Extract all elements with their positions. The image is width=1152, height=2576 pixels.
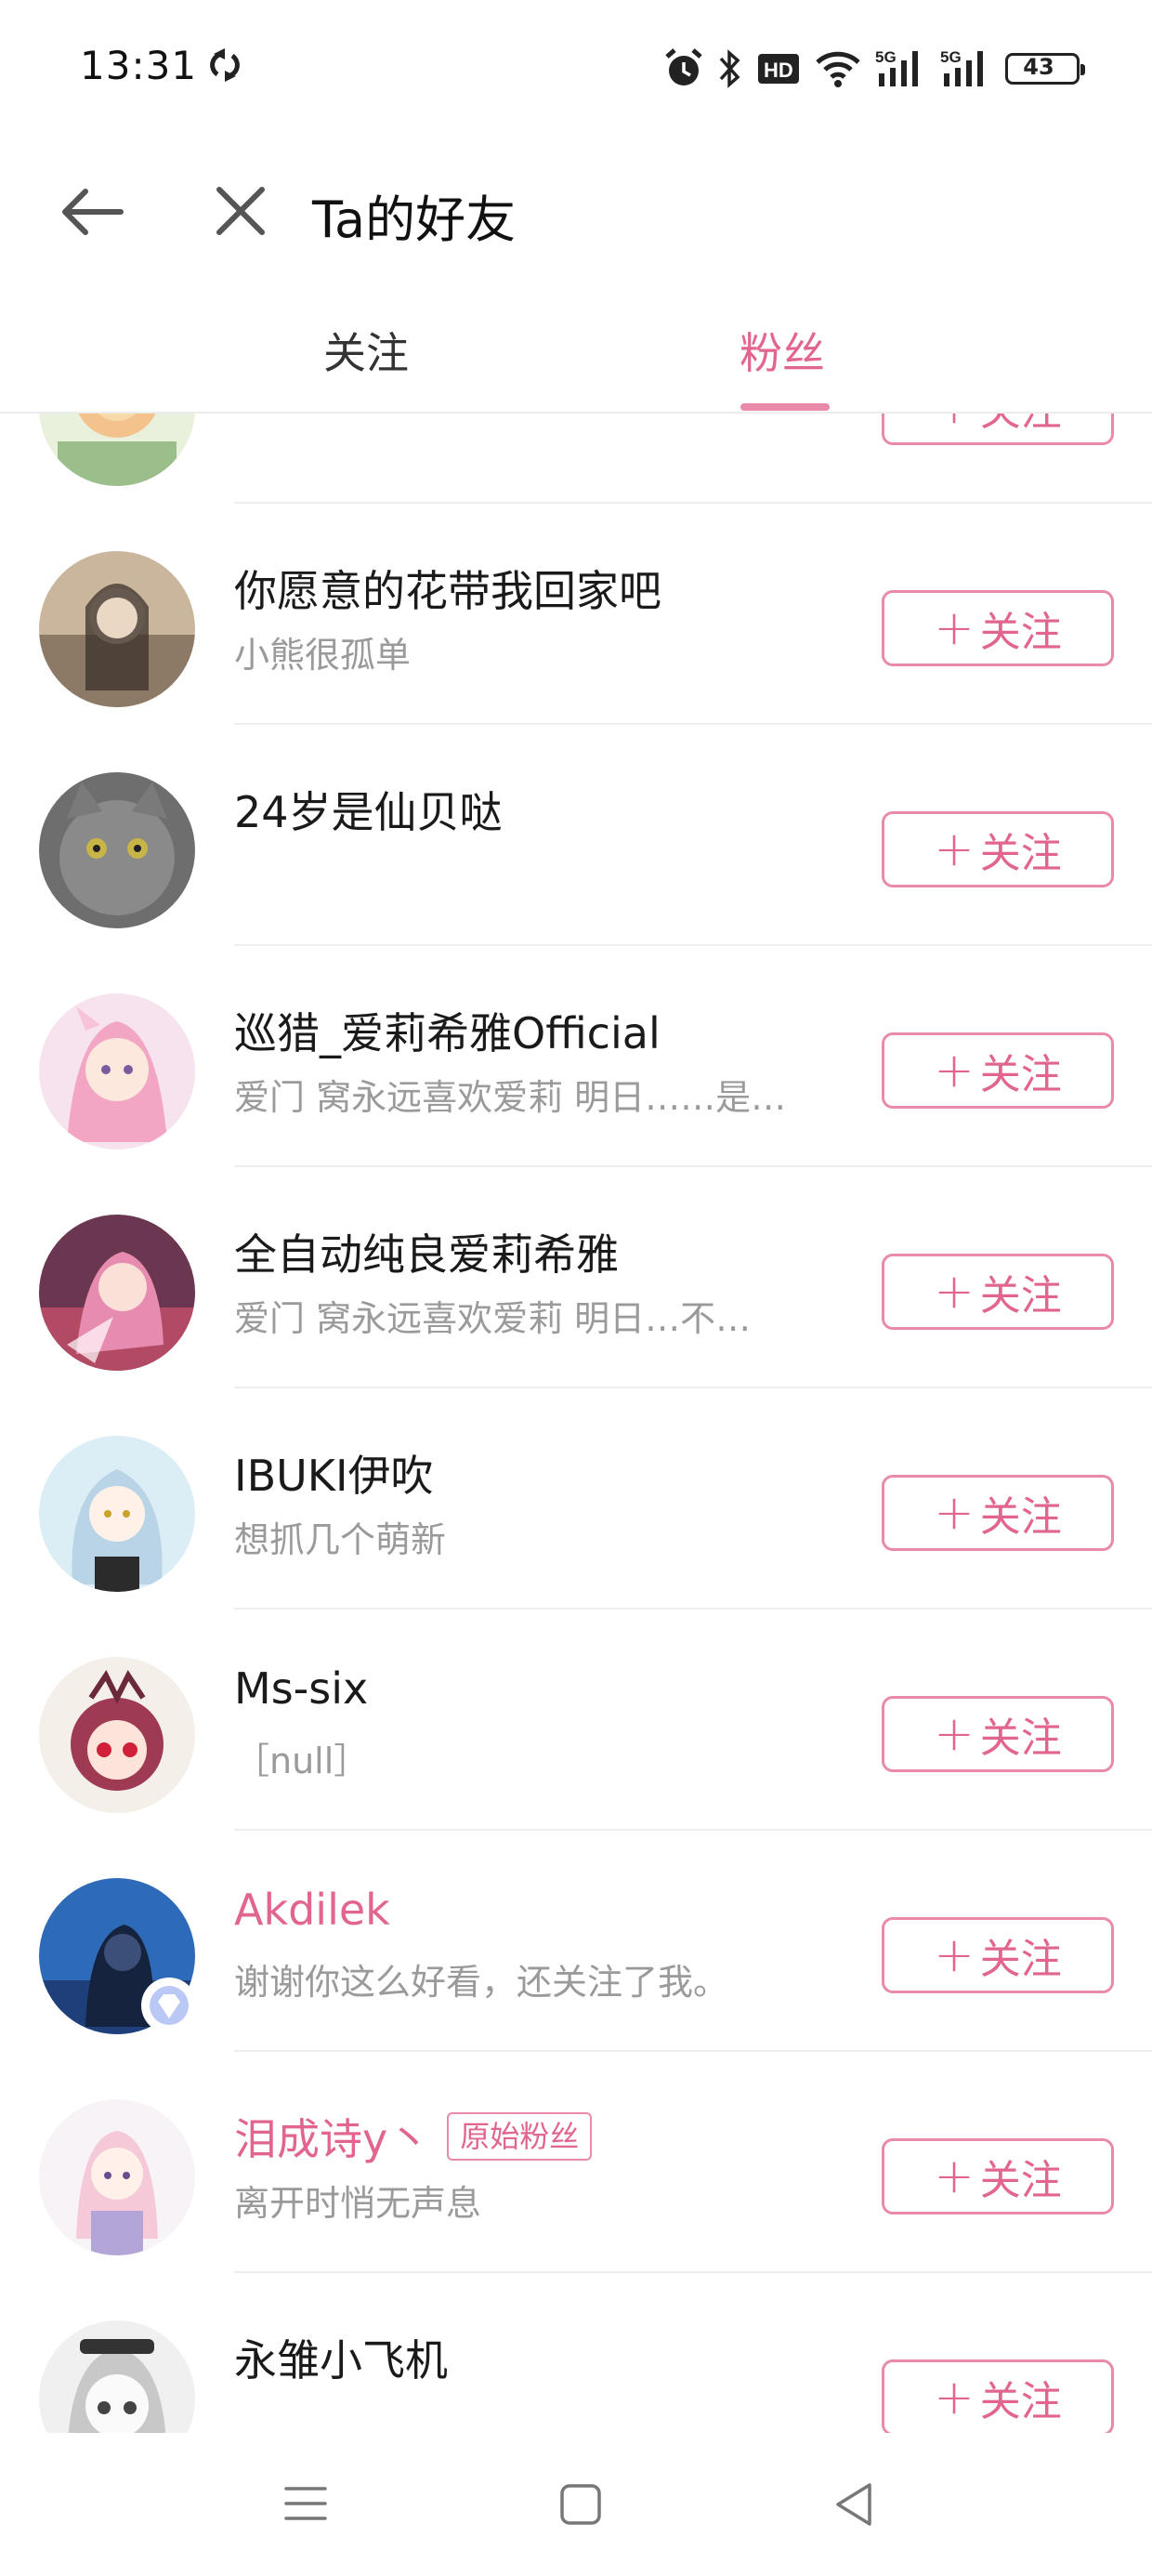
plus-icon: + — [934, 1043, 975, 1098]
follow-button[interactable]: + 关注 — [882, 414, 1114, 445]
avatar[interactable] — [39, 551, 195, 707]
follow-label: 关注 — [979, 2157, 1062, 2204]
plus-icon: + — [934, 1706, 975, 1762]
original-fan-badge: 原始粉丝 — [447, 2112, 593, 2161]
follow-button[interactable]: +关注 — [882, 2138, 1114, 2215]
user-bio: 小熊很孤单 — [234, 635, 412, 676]
user-bio: 想抓几个萌新 — [234, 1519, 447, 1560]
user-name: 你愿意的花带我回家吧 — [234, 566, 661, 616]
svg-text:HD: HD — [764, 59, 793, 82]
follow-button[interactable]: +关注 — [882, 1254, 1114, 1330]
svg-text:5G: 5G — [940, 48, 962, 66]
plus-icon: + — [934, 1264, 975, 1320]
hd-icon: HD — [758, 54, 799, 84]
avatar[interactable] — [39, 993, 195, 1150]
plus-icon: + — [934, 600, 975, 656]
status-time: 13:31 — [80, 43, 198, 88]
list-item[interactable]: 巡猎_爱莉希雅Official 爱门 窝永远喜欢爱莉 明日……是… + 关注 — [0, 946, 1152, 1167]
avatar[interactable] — [39, 414, 195, 486]
user-bio: 谢谢你这么好看，还关注了我。 — [234, 1962, 729, 2003]
bluetooth-icon — [719, 49, 740, 88]
fans-list[interactable]: +关注 你愿意的花带我回家吧 小熊很孤单 +关注 24岁是仙贝哒 +关注 — [0, 414, 1152, 2433]
plus-icon: + — [934, 821, 975, 877]
user-name: Akdilek — [234, 1885, 390, 1935]
alarm-icon — [665, 48, 702, 85]
system-nav-bar — [0, 2433, 1152, 2576]
list-item[interactable]: 永雏小飞机 + 关注 — [0, 2273, 1152, 2433]
user-name: IBUKI伊吹 — [234, 1451, 434, 1501]
user-name: 泪成诗y丶 — [234, 2114, 431, 2164]
back-triangle-icon[interactable] — [832, 2481, 875, 2528]
follow-label: 关注 — [979, 1936, 1062, 1983]
list-item[interactable]: 全自动纯良爱莉希雅 爱门 窝永远喜欢爱莉 明日…不… + 关注 — [0, 1167, 1152, 1388]
list-item[interactable]: IBUKI伊吹 想抓几个萌新 + 关注 — [0, 1388, 1152, 1610]
list-item[interactable]: Ms-six ［null］ + 关注 — [0, 1610, 1152, 1831]
list-item[interactable]: Akdilek 谢谢你这么好看，还关注了我。 + 关注 — [0, 1831, 1152, 2052]
user-bio: 爱门 窝永远喜欢爱莉 明日……是… — [234, 1077, 787, 1118]
close-icon[interactable] — [208, 178, 273, 243]
plus-icon: + — [934, 2149, 975, 2204]
follow-button[interactable]: +关注 — [882, 1917, 1114, 1993]
tab-active-indicator — [740, 403, 830, 411]
list-item[interactable]: 你愿意的花带我回家吧 小熊很孤单 + 关注 — [0, 504, 1152, 725]
tab-bar: 关注 粉丝 — [0, 284, 1152, 413]
user-name: 巡猎_爱莉希雅Official — [234, 1008, 661, 1058]
follow-button[interactable]: +关注 — [882, 590, 1114, 666]
avatar[interactable] — [39, 1657, 195, 1813]
sync-icon — [210, 48, 240, 82]
follow-label: 关注 — [979, 1272, 1062, 1320]
avatar[interactable] — [39, 2320, 195, 2433]
battery-level: 43 — [1023, 54, 1054, 80]
wifi-icon — [816, 51, 860, 87]
follow-label: 关注 — [979, 830, 1062, 877]
follow-button[interactable]: +关注 — [882, 1032, 1114, 1109]
follow-label: 关注 — [979, 1493, 1062, 1541]
plus-icon: + — [934, 1927, 975, 1983]
follow-label: 关注 — [979, 1715, 1062, 1762]
follow-label: 关注 — [980, 414, 1062, 437]
avatar[interactable] — [39, 772, 195, 928]
follow-label: 关注 — [979, 2378, 1062, 2425]
battery-icon: 43 — [1005, 53, 1085, 85]
list-item[interactable]: 24岁是仙贝哒 + 关注 — [0, 725, 1152, 946]
user-bio: 爱门 窝永远喜欢爱莉 明日…不… — [234, 1298, 752, 1339]
verified-badge-icon — [141, 1978, 197, 2033]
user-name: 24岁是仙贝哒 — [234, 787, 503, 837]
title-bar: Ta的好友 — [0, 139, 1152, 284]
user-bio: ［null］ — [234, 1741, 370, 1781]
page-title: Ta的好友 — [312, 191, 517, 249]
user-bio: 离开时悄无声息 — [234, 2183, 482, 2224]
list-item[interactable]: 泪成诗y丶 原始粉丝 离开时悄无声息 + 关注 — [0, 2052, 1152, 2273]
plus-icon: + — [934, 414, 975, 431]
menu-icon[interactable] — [284, 2483, 327, 2524]
follow-button[interactable]: +关注 — [882, 2359, 1114, 2433]
user-name: 全自动纯良爱莉希雅 — [234, 1229, 619, 1280]
follow-label: 关注 — [979, 1051, 1062, 1098]
home-square-icon[interactable] — [559, 2483, 602, 2526]
back-arrow-icon[interactable] — [56, 184, 130, 240]
follow-button[interactable]: +关注 — [882, 1696, 1114, 1772]
avatar[interactable] — [39, 2099, 195, 2255]
plus-icon: + — [934, 1485, 975, 1541]
svg-text:5G: 5G — [875, 48, 897, 66]
tab-fans[interactable]: 粉丝 — [740, 320, 825, 381]
avatar[interactable] — [39, 1436, 195, 1592]
user-name: Ms-six — [234, 1663, 369, 1714]
status-bar: 13:31 HD 5G 5G 43 — [0, 0, 1152, 139]
follow-button[interactable]: +关注 — [882, 1475, 1114, 1551]
user-name: 永雏小飞机 — [234, 2335, 448, 2385]
follow-label: 关注 — [979, 609, 1062, 656]
tab-following[interactable]: 关注 — [323, 320, 409, 381]
signal-5g-icon: 5G — [940, 48, 983, 86]
follow-button[interactable]: +关注 — [882, 811, 1114, 887]
signal-5g-icon: 5G — [875, 48, 918, 86]
plus-icon: + — [934, 2370, 975, 2425]
list-item[interactable]: + 关注 — [0, 414, 1152, 504]
status-icons: HD 5G 5G 43 — [663, 43, 1085, 95]
avatar[interactable] — [39, 1215, 195, 1371]
